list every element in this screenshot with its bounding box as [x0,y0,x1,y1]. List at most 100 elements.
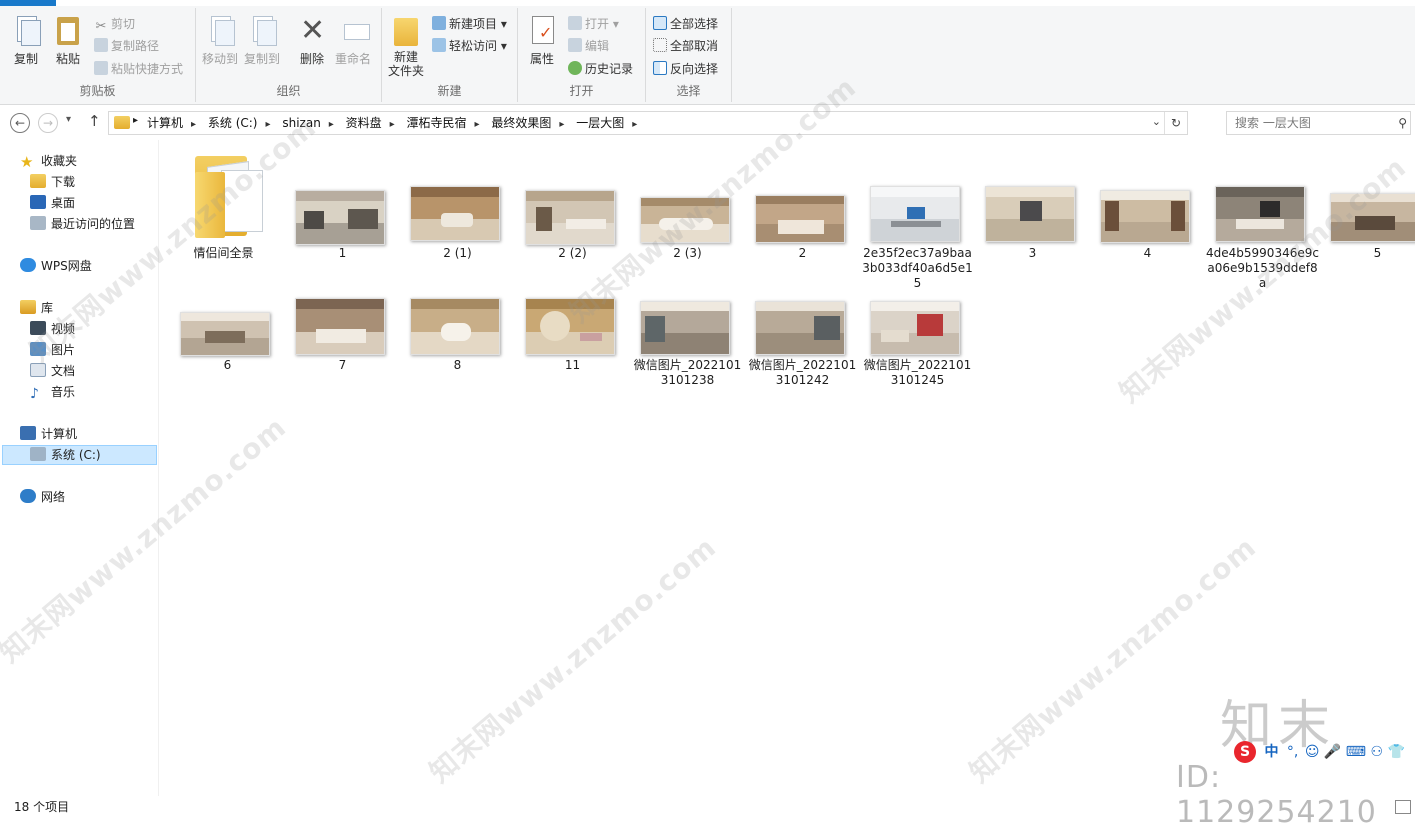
copy-button[interactable]: 复制 [6,14,46,67]
nav-documents[interactable]: 文档 [30,361,75,381]
chevron-right-icon[interactable]: ▸ [390,119,395,130]
file-item[interactable]: 4de4b5990346e9ca06e9b1539ddef8a [1206,140,1319,290]
file-item[interactable]: 微信图片_20221013101242 [749,290,856,410]
select-none-button[interactable]: 全部取消 [653,36,718,56]
refresh-icon[interactable]: ↻ [1164,112,1187,134]
rename-button[interactable]: 重命名 [332,14,374,67]
file-item[interactable]: 2 (2) [520,140,625,290]
details-view-icon[interactable] [1395,800,1411,814]
image-thumbnail [1330,193,1415,242]
nav-recent[interactable]: 最近访问的位置 [30,214,135,234]
open-button[interactable]: 打开 ▾ [568,14,619,34]
file-item[interactable]: 5 [1325,140,1415,290]
image-thumbnail [870,186,960,242]
music-note-icon: ♪ [30,386,39,402]
nav-pictures[interactable]: 图片 [30,340,75,360]
file-tab[interactable] [0,0,56,6]
back-button[interactable]: ← [10,113,30,133]
nav-desktop[interactable]: 桌面 [30,193,75,213]
file-item[interactable]: 11 [520,290,625,410]
breadcrumb-item[interactable]: 计算机 [147,116,183,130]
delete-icon: ✕ [300,13,326,48]
folder-icon [114,116,130,129]
folder-item[interactable]: 情侣间全景 [171,140,276,290]
paste-shortcut-button[interactable]: 粘贴快捷方式 [94,59,183,79]
up-button[interactable]: ↑ [88,112,101,130]
easy-access-button[interactable]: 轻松访问 ▾ [432,36,507,56]
copy-to-button[interactable]: 复制到 [242,14,282,67]
file-item[interactable]: 8 [405,290,510,410]
chevron-right-icon[interactable]: ▸ [632,119,637,130]
file-item[interactable]: 2 (3) [635,140,740,290]
history-icon [568,61,582,75]
ribbon: 复制 粘贴 ✂剪切 复制路径 粘贴快捷方式 剪贴板 移动到 复制到 ✕ 删除 [0,0,1415,105]
image-thumbnail [870,301,960,355]
address-history-dropdown[interactable]: ⌄ [1152,115,1161,128]
chevron-right-icon[interactable]: ▸ [475,119,480,130]
breadcrumb-item[interactable]: 潭柘寺民宿 [407,116,467,130]
file-item[interactable]: 4 [1095,140,1200,290]
new-group-title: 新建 [437,84,462,98]
breadcrumb-item[interactable]: 最终效果图 [491,116,551,130]
file-item[interactable]: 2 (1) [405,140,510,290]
breadcrumb-item[interactable]: shizan [282,116,320,130]
arrow-right-icon: → [42,116,54,130]
image-thumbnail [1215,186,1305,242]
image-thumbnail [985,186,1075,242]
nav-libraries[interactable]: 库 [20,298,53,318]
select-group-title: 选择 [676,84,701,98]
chevron-right-icon[interactable]: ▸ [329,119,334,130]
file-item[interactable]: 3 [980,140,1085,290]
edit-button[interactable]: 编辑 [568,36,609,56]
scissors-icon: ✂ [95,19,107,34]
copy-path-button[interactable]: 复制路径 [94,36,159,56]
nav-system-c[interactable]: 系统 (C:) [30,445,101,465]
new-item-button[interactable]: 新建项目 ▾ [432,14,507,34]
file-item[interactable]: 2 [750,140,855,290]
invert-selection-button[interactable]: 反向选择 [653,59,718,79]
search-icon[interactable]: ⚲ [1398,112,1407,134]
chevron-right-icon[interactable]: ▸ [265,119,270,130]
nav-computer[interactable]: 计算机 [20,424,77,444]
breadcrumb-item[interactable]: 资料盘 [346,116,382,130]
breadcrumb-item[interactable]: 系统 (C:) [208,116,258,130]
star-icon: ★ [20,153,34,171]
select-all-button[interactable]: 全部选择 [653,14,718,34]
skin-icon: 👕 [1387,744,1405,760]
search-input[interactable]: 搜索 一层大图 ⚲ [1226,111,1411,135]
nav-network[interactable]: 网络 [20,487,65,507]
image-thumbnail [295,190,385,245]
nav-music[interactable]: ♪ 音乐 [30,382,75,402]
new-folder-button[interactable]: 新建 文件夹 [386,14,426,78]
file-item[interactable]: 6 [175,290,280,410]
address-bar[interactable]: ▸ 计算机 ▸ 系统 (C:) ▸ shizan ▸ 资料盘 ▸ 潭柘寺民宿 ▸ 最终效果… [108,111,1188,135]
nav-downloads[interactable]: 下载 [30,172,75,192]
file-item[interactable]: 7 [290,290,395,410]
paste-icon [57,17,79,45]
chevron-right-icon[interactable]: ▸ [559,119,564,130]
recent-locations-dropdown[interactable]: ▾ [66,114,71,125]
ime-mode: 中 [1264,744,1279,760]
file-item[interactable]: 微信图片_20221013101238 [634,290,741,410]
paste-button[interactable]: 粘贴 [50,14,86,67]
edit-icon [568,38,582,52]
file-item[interactable]: 微信图片_20221013101245 [864,290,971,410]
chevron-right-icon[interactable]: ▸ [191,119,196,130]
file-item[interactable]: 1 [290,140,395,290]
nav-wps[interactable]: WPS网盘 [20,256,92,276]
breadcrumb-item[interactable]: 一层大图 [576,116,624,130]
image-thumbnail [755,301,845,355]
properties-button[interactable]: 属性 [524,14,560,67]
open-icon [568,16,582,30]
nav-favorites[interactable]: ★ 收藏夹 [20,151,77,171]
move-to-button[interactable]: 移动到 [200,14,240,67]
history-button[interactable]: 历史记录 [568,59,633,79]
cut-button[interactable]: ✂ 剪切 [94,14,135,34]
file-item[interactable]: 2e35f2ec37a9baa3b033df40a6d5e15 [862,140,973,290]
forward-button[interactable]: → [38,113,58,133]
delete-button[interactable]: ✕ 删除 [294,14,330,67]
image-thumbnail [525,298,615,355]
punctuation-icon: °, [1286,744,1299,760]
nav-videos[interactable]: 视频 [30,319,75,339]
pictures-icon [30,342,46,356]
